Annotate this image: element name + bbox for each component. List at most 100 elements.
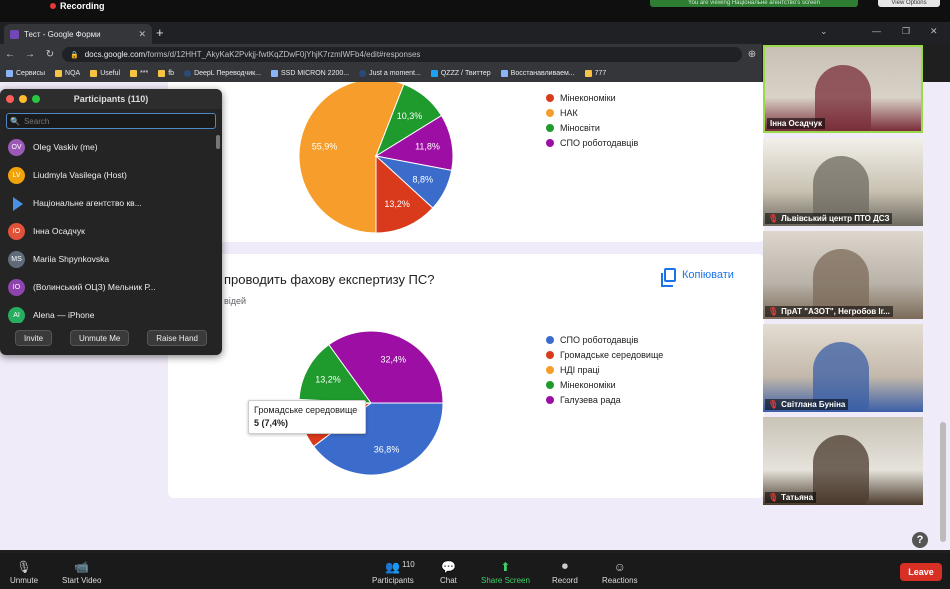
raise-hand-button[interactable]: Raise Hand — [147, 330, 208, 346]
new-tab-icon[interactable]: + — [156, 25, 164, 40]
bookmark[interactable]: Восстанавливаем... — [500, 69, 575, 77]
video-name-label: 🎙 Львівський центр ПТО ДСЗ — [765, 213, 893, 224]
participant-search-input[interactable]: 🔍 Search — [6, 113, 216, 129]
slice-label: 11,8% — [415, 142, 440, 152]
bookmark[interactable]: NQA — [55, 69, 80, 77]
participant-video — [813, 435, 869, 505]
bookmark[interactable]: Useful — [90, 69, 120, 77]
tab-close-icon[interactable]: ✕ — [138, 29, 146, 40]
participant-name: Alena — iPhone — [33, 310, 95, 320]
mic-muted-icon: 🎙 — [768, 400, 779, 409]
participants-list: OV Oleg Vaskiv (me) LV Liudmyla Vasilega (H… — [0, 133, 222, 323]
page-scrollbar[interactable] — [940, 422, 946, 542]
video-tile[interactable]: Інна Осадчук — [763, 45, 923, 133]
participant-row[interactable]: IO Інна Осадчук — [0, 217, 222, 245]
avatar: MS — [8, 250, 25, 268]
bookmark[interactable]: DeepL Переводчик... — [184, 69, 261, 77]
video-tile[interactable]: 🎙 Світлана Буніна — [763, 324, 923, 412]
unmute-button[interactable]: 🎙 Unmute — [10, 553, 38, 589]
bookmark[interactable]: fb — [158, 69, 174, 77]
forward-icon[interactable]: → — [20, 49, 40, 60]
video-tile[interactable]: 🎙 Львівський центр ПТО ДСЗ — [763, 138, 923, 226]
browser-tab-strip: Тест - Google Форми ✕ + ⌄ — ❐ ✕ — [0, 22, 950, 44]
tab-title: Тест - Google Форми — [24, 29, 101, 39]
minimize-panel-icon[interactable] — [19, 95, 27, 103]
participant-row[interactable]: IO (Волинський ОЦЗ) Мельник Р... — [0, 273, 222, 301]
chart-tooltip: Громадське середовище 5 (7,4%) — [248, 400, 366, 434]
legend-item: Мінекономіки — [546, 377, 663, 392]
start-video-button[interactable]: 📹 Start Video — [62, 553, 101, 589]
video-strip: Інна Осадчук 🎙 Львівський центр ПТО ДСЗ 🎙 Пр… — [762, 44, 924, 508]
record-icon: ⏺ — [561, 559, 568, 573]
slice-label: 13,2% — [384, 199, 410, 209]
avatar: IO — [8, 222, 25, 240]
legend-item: Мінекономіки — [546, 90, 638, 105]
smiley-icon: ☺ — [613, 560, 626, 574]
folder-icon — [130, 69, 138, 77]
search-icon: 🔍 — [10, 116, 20, 126]
close-panel-icon[interactable] — [6, 95, 14, 103]
participants-button[interactable]: 👥 Participants — [372, 553, 414, 589]
participant-row[interactable]: AI Alena — iPhone — [0, 301, 222, 323]
bookmark[interactable]: Сервисы — [6, 69, 45, 77]
participant-row[interactable]: MS Mariia Shpynkovska — [0, 245, 222, 273]
slice-label: 8,8% — [413, 174, 434, 184]
url-host: docs.google.com — [84, 50, 146, 59]
folder-icon — [55, 69, 63, 77]
video-name-label: 🎙 Світлана Буніна — [765, 399, 849, 410]
legend-swatch — [546, 93, 554, 102]
participants-title: Participants (110) — [73, 94, 149, 104]
video-tile[interactable]: 🎙 Татьяна — [763, 417, 923, 505]
site-icon — [271, 69, 279, 77]
docs-icon — [500, 69, 508, 77]
help-icon[interactable]: ? — [912, 532, 928, 548]
back-icon[interactable]: ← — [0, 49, 20, 60]
chat-button[interactable]: 💬 Chat — [440, 553, 457, 589]
participant-row[interactable]: Національне агентство кв... — [0, 189, 222, 217]
bookmark[interactable]: Just a moment... — [359, 69, 421, 77]
view-options-button[interactable]: View Options — [878, 0, 940, 7]
chevron-down-icon[interactable]: ⌄ — [820, 26, 828, 37]
expand-panel-icon[interactable] — [32, 95, 40, 103]
legend-swatch — [546, 335, 554, 344]
copy-chart-button[interactable]: Копіювати — [661, 268, 734, 287]
legend-item: Галузева рада — [546, 392, 663, 407]
participant-name: Національне агентство кв... — [33, 198, 142, 208]
globe-icon — [359, 69, 367, 77]
list-scrollbar[interactable] — [216, 135, 220, 149]
record-button[interactable]: ⏺ Record — [552, 553, 578, 589]
invite-button[interactable]: Invite — [14, 330, 53, 346]
video-name: Інна Осадчук — [770, 119, 822, 128]
url-input[interactable]: 🔒 docs.google.com/forms/d/12HHT_AkyKaK2P… — [62, 47, 742, 62]
participant-row[interactable]: LV Liudmyla Vasilega (Host) — [0, 161, 222, 189]
avatar — [8, 195, 25, 212]
meeting-toolbar: 🎙 Unmute 📹 Start Video 110 👥 Participant… — [0, 553, 950, 589]
video-tile[interactable]: 🎙 ПрАТ "АЗОТ", Негробов Іг... — [763, 231, 923, 319]
reactions-button[interactable]: ☺ Reactions — [602, 553, 638, 589]
zoom-icon[interactable]: ⊕ — [742, 49, 762, 60]
legend-item: НДІ праці — [546, 362, 663, 377]
unmute-me-button[interactable]: Unmute Me — [69, 330, 130, 346]
participant-row[interactable]: OV Oleg Vaskiv (me) — [0, 133, 222, 161]
share-screen-button[interactable]: ⬆ Share Screen — [481, 553, 530, 589]
legend-swatch — [546, 395, 554, 404]
bookmark[interactable]: SSD MICRON 2200... — [271, 69, 349, 77]
legend-swatch — [546, 365, 554, 374]
maximize-icon[interactable]: ❐ — [902, 26, 910, 37]
bookmark[interactable]: 777 — [584, 69, 606, 77]
bookmark[interactable]: QZZZ / Твиттер — [430, 69, 491, 77]
browser-tab[interactable]: Тест - Google Форми ✕ — [4, 24, 152, 44]
video-name: Татьяна — [781, 493, 814, 502]
video-name-label: Інна Осадчук — [767, 118, 825, 129]
viewing-banner: You are viewing Національне агентство's … — [650, 0, 858, 7]
leave-button[interactable]: Leave — [900, 563, 942, 581]
pie-chart-1: 55,9% 10,3% 11,8% 8,8% 13,2% — [298, 82, 454, 234]
minimize-icon[interactable]: — — [872, 26, 881, 36]
close-window-icon[interactable]: ✕ — [930, 26, 938, 37]
reload-icon[interactable]: ↻ — [40, 49, 60, 60]
bookmark[interactable]: *** — [130, 69, 148, 77]
legend-item: СПО роботодавців — [546, 135, 638, 150]
legend-swatch — [546, 380, 554, 389]
slice-label: 13,2% — [315, 375, 341, 385]
video-name: Львівський центр ПТО ДСЗ — [781, 214, 890, 223]
